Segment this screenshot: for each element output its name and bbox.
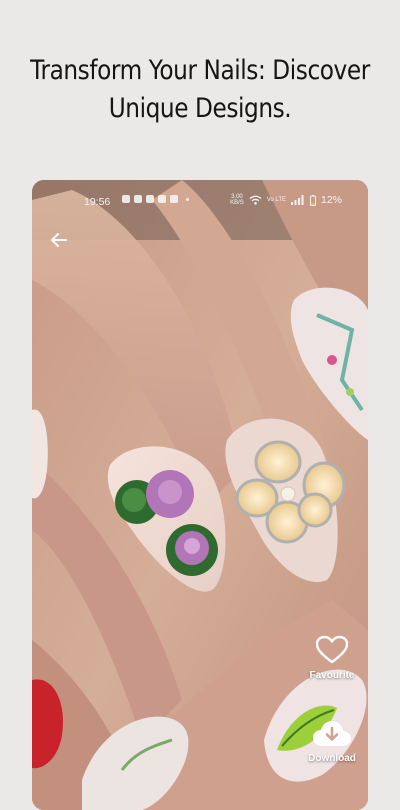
message-icon <box>134 195 142 203</box>
more-dot-icon <box>186 197 189 201</box>
battery-level: 12% <box>320 194 342 206</box>
phone-screenshot: 19:56 3.00 KB/S Vo LTE 12% Favourite Dow… <box>32 180 368 810</box>
signal-icon <box>290 195 304 205</box>
favourite-label: Favourite <box>309 670 355 681</box>
nail-design-photo <box>32 180 368 810</box>
heart-icon <box>315 635 349 664</box>
status-right: 3.00 KB/S Vo LTE 12% <box>230 194 342 206</box>
notification-icons <box>122 195 189 203</box>
page-headline: Transform Your Nails: Discover Unique De… <box>28 52 372 128</box>
app-icon <box>146 195 154 203</box>
battery-charging-icon <box>309 194 316 206</box>
volte-label: Vo LTE <box>266 197 286 203</box>
chat-icon <box>122 195 130 203</box>
headline-line-2: Unique Designs. <box>108 93 292 124</box>
favourite-button[interactable]: Favourite <box>302 635 362 681</box>
headline-line-1: Transform Your Nails: Discover <box>30 55 370 86</box>
arrow-left-icon <box>51 233 67 247</box>
wifi-icon <box>249 195 262 205</box>
cloud-download-icon <box>313 721 351 746</box>
status-time: 19:56 <box>84 196 111 208</box>
speed-unit: KB/S <box>230 200 244 206</box>
app-icon <box>158 195 166 203</box>
instagram-icon <box>170 195 178 203</box>
back-button[interactable] <box>48 229 70 251</box>
download-button[interactable]: Download <box>300 720 364 764</box>
status-bar: 19:56 3.00 KB/S Vo LTE 12% <box>32 194 368 210</box>
network-speed: 3.00 KB/S <box>230 194 244 206</box>
download-label: Download <box>308 753 356 764</box>
